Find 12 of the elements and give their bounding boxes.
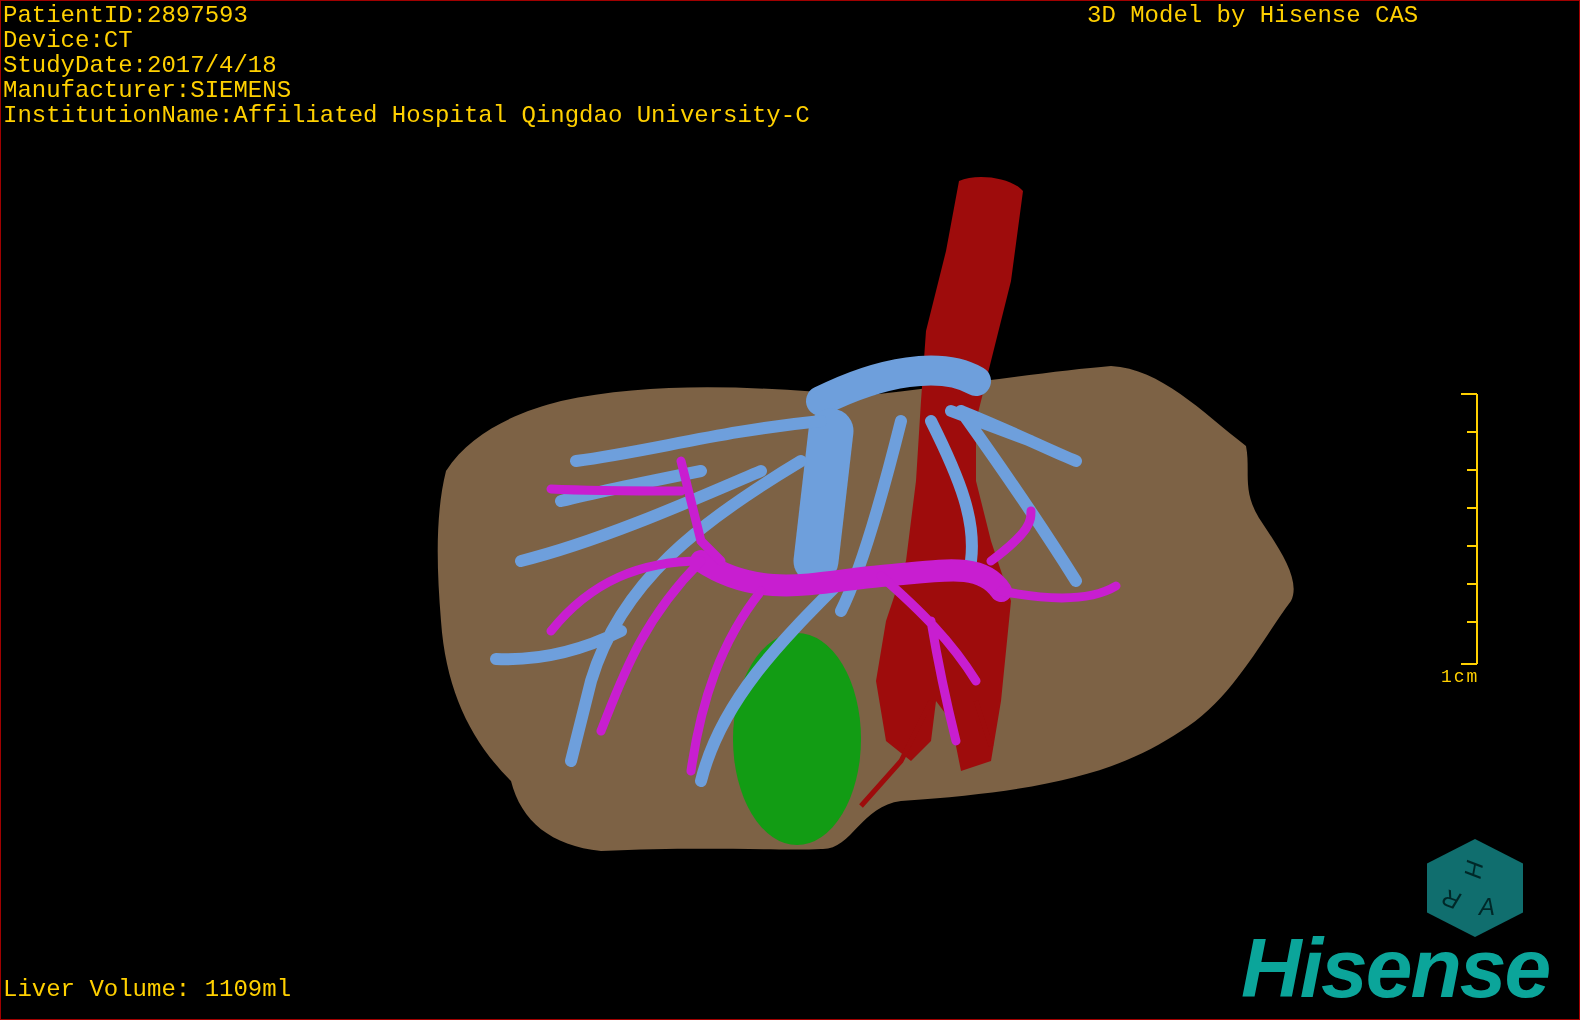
orientation-cube[interactable]: H R A: [1427, 839, 1523, 937]
liver-volume-label: Liver Volume: 1109ml: [3, 977, 292, 1002]
scale-label: 1cm: [1441, 667, 1480, 687]
patient-info-line: InstitutionName:Affiliated Hospital Qingdao University-C: [3, 103, 810, 128]
axis-label: R: [1437, 882, 1466, 918]
patient-info-line: Manufacturer:SIEMENS: [3, 78, 293, 103]
app-title: 3D Model by Hisense CAS: [1087, 3, 1419, 28]
patient-info-line: StudyDate:2017/4/18: [3, 53, 278, 78]
axis-label: A: [1479, 892, 1495, 922]
patient-info-line: Device:CT: [3, 28, 134, 53]
axis-label: H: [1458, 857, 1490, 881]
patient-info-line: PatientID:2897593: [3, 3, 249, 28]
